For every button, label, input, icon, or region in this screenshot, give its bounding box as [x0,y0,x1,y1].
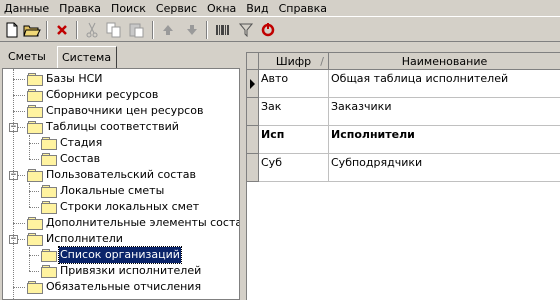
cut-icon [82,20,102,40]
tree-connector [29,255,39,256]
delete-icon[interactable] [52,20,72,40]
row-indicator[interactable] [247,154,259,182]
tree-item-label: Состав [60,152,101,165]
folder-icon [27,217,43,230]
arrow-up-icon [158,20,178,40]
paste-icon [126,20,146,40]
grid-cell-code[interactable]: Авто [259,70,329,98]
current-row-arrow-icon [250,79,255,89]
menu-item[interactable]: Справка [275,0,333,16]
tree-item-label: Справочники цен ресурсов [46,104,204,117]
tree-item-label: Обязательные отчисления [46,280,202,293]
folder-icon [41,201,57,214]
column-header-name-label: Наименование [401,55,488,68]
tree-item-label: Привязки исполнителей [60,264,202,277]
tree-trunk [13,69,14,299]
tree-connector [29,159,39,160]
grid-cell-name[interactable]: Заказчики [329,98,560,126]
tree-item-label: Стадия [60,136,103,149]
tree-item-label: Локальные сметы [60,184,165,197]
refresh-icon[interactable] [258,20,278,40]
tree-connector [29,143,39,144]
tab-sistema[interactable]: Система [57,46,117,68]
folder-icon [41,249,57,262]
new-document-icon[interactable] [2,20,22,40]
folder-icon [27,121,43,134]
grid-cell-code[interactable]: Исп [259,126,329,154]
grid-cell-name[interactable]: Общая таблица исполнителей [329,70,560,98]
menu-item[interactable]: Правка [55,0,107,16]
menu-item[interactable]: Сервис [152,0,203,16]
grid-cell-code[interactable]: Суб [259,154,329,182]
column-header-name[interactable]: Наименование [329,53,560,70]
tree-branch [29,135,30,159]
folder-icon [27,169,43,182]
barcode-icon[interactable] [212,20,232,40]
row-indicator[interactable] [247,98,259,126]
column-header-code[interactable]: Шифр / [259,53,329,70]
open-folder-icon[interactable] [22,20,42,40]
tree-connector [13,95,25,96]
filter-icon[interactable] [236,20,256,40]
folder-icon [27,89,43,102]
tree-item-label: Пользовательский состав [46,168,196,181]
tree-connector [29,207,39,208]
arrow-down-icon [182,20,202,40]
menu-item[interactable]: Поиск [107,0,152,16]
sort-indicator-icon: / [320,55,324,68]
grid-cell-name[interactable]: Субподрядчики [329,154,560,182]
tree-connector [13,287,25,288]
tree-branch [29,183,30,207]
tree-item-label: Сборники ресурсов [46,88,159,101]
folder-icon [41,265,57,278]
grid-cell-code[interactable]: Зак [259,98,329,126]
tree-item-label: Базы НСИ [46,72,103,85]
copy-icon [104,20,124,40]
menu-item[interactable]: Вид [242,0,274,16]
menu-item[interactable]: Данные [0,0,55,16]
tree-view[interactable]: Базы НСИ Сборники ресурсов Справочники цен… [2,68,240,300]
folder-icon [41,137,57,150]
folder-icon [27,73,43,86]
grid-cell-name[interactable]: Исполнители [329,126,560,154]
tree-connector [13,79,25,80]
tree-connector [13,223,25,224]
toolbar [0,16,560,42]
column-header-code-label: Шифр [275,55,312,68]
row-indicator[interactable] [247,70,259,98]
tree-connector [13,111,25,112]
tree-item-label: Строки локальных смет [60,200,200,213]
menu-item[interactable]: Окна [203,0,242,16]
tree-connector [29,271,39,272]
folder-icon [27,281,43,294]
tree-item-label: Список организаций [58,246,182,264]
folder-icon [27,233,43,246]
tree-item-label: Таблицы соответствий [46,120,179,133]
tab-smety[interactable]: Сметы [4,48,54,66]
data-grid[interactable]: Шифр / Наименование Авто Общая таблица ис… [246,52,560,300]
menu-bar: Данные Правка Поиск Сервис Окна Вид Справка [0,0,560,16]
tree-item-label: Исполнители [46,232,123,245]
tree-branch [29,247,30,271]
folder-icon [41,153,57,166]
folder-icon [41,185,57,198]
row-indicator[interactable] [247,126,259,154]
grid-corner [247,53,259,70]
folder-icon [27,105,43,118]
tree-item-label: Дополнительные элементы состава [46,216,240,229]
tree-connector [29,191,39,192]
